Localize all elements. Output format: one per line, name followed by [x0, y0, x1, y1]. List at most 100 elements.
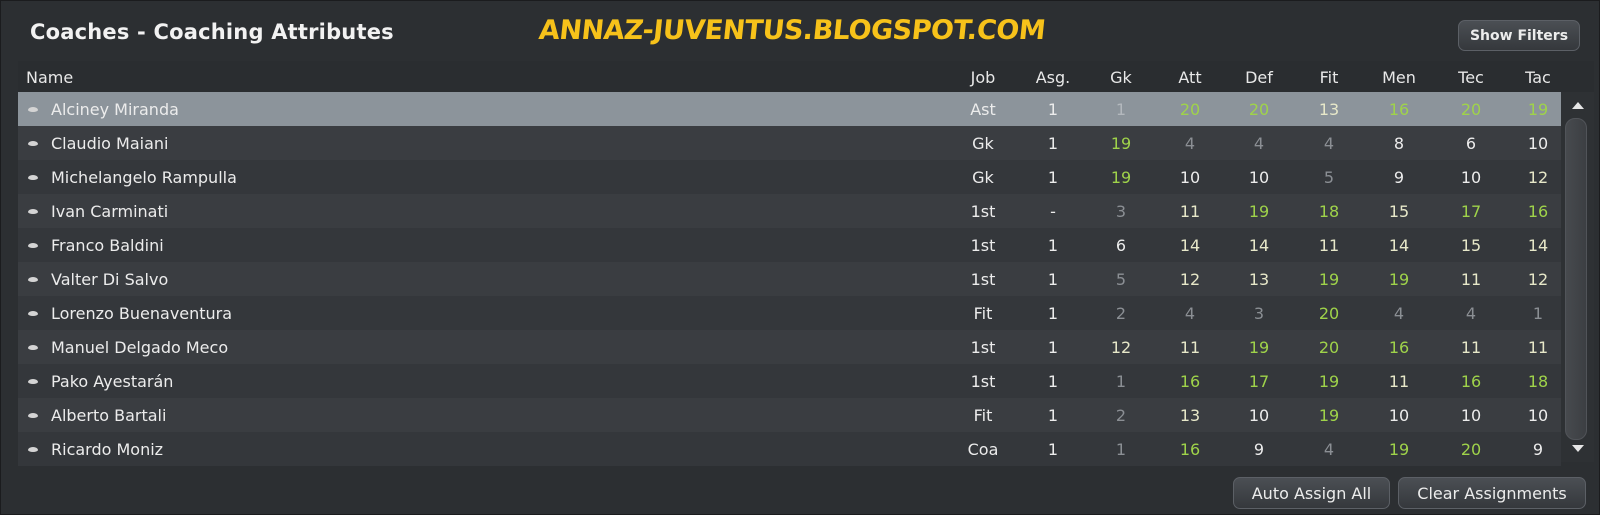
row-bullet-icon	[28, 413, 38, 418]
coach-assignment: 1	[1047, 100, 1059, 119]
table-row[interactable]: Valter Di Salvo 1st 1 5 12 13 19 19 11 12	[18, 262, 1561, 296]
column-header-fit[interactable]: Fit	[1304, 68, 1354, 87]
coach-men-rating: 10	[1388, 406, 1410, 425]
coach-name[interactable]: Ricardo Moniz	[51, 440, 163, 459]
coach-men-rating: 8	[1393, 134, 1405, 153]
coach-job: 1st	[970, 270, 996, 289]
coach-def-rating: 10	[1248, 406, 1270, 425]
show-filters-button[interactable]: Show Filters	[1458, 20, 1580, 51]
coach-gk-rating: 1	[1115, 100, 1127, 119]
coach-att-rating: 12	[1179, 270, 1201, 289]
coach-tec-rating: 6	[1465, 134, 1477, 153]
coach-men-rating: 19	[1388, 270, 1410, 289]
coach-men-rating: 9	[1393, 168, 1405, 187]
coach-name[interactable]: Franco Baldini	[51, 236, 164, 255]
auto-assign-all-button[interactable]: Auto Assign All	[1233, 477, 1390, 509]
column-header-name[interactable]: Name	[26, 68, 73, 87]
coach-tac-rating: 9	[1532, 440, 1544, 459]
coach-gk-rating: 1	[1115, 440, 1127, 459]
column-header-def[interactable]: Def	[1234, 68, 1284, 87]
row-bullet-icon	[28, 379, 38, 384]
coach-att-rating: 16	[1179, 372, 1201, 391]
coach-job: 1st	[970, 372, 996, 391]
coach-att-rating: 4	[1184, 134, 1196, 153]
clear-assignments-button[interactable]: Clear Assignments	[1398, 477, 1586, 509]
coaches-panel: Coaches - Coaching Attributes ANNAZ-JUVE…	[0, 0, 1600, 515]
row-bullet-icon	[28, 311, 38, 316]
column-header-tec[interactable]: Tec	[1446, 68, 1496, 87]
coach-def-rating: 13	[1248, 270, 1270, 289]
row-bullet-icon	[28, 277, 38, 282]
coach-tec-rating: 20	[1460, 440, 1482, 459]
coach-tac-rating: 12	[1527, 270, 1549, 289]
column-header-men[interactable]: Men	[1374, 68, 1424, 87]
row-bullet-icon	[28, 209, 38, 214]
coach-fit-rating: 18	[1318, 202, 1340, 221]
table-row[interactable]: Pako Ayestarán 1st 1 1 16 17 19 11 16 18	[18, 364, 1561, 398]
coach-name[interactable]: Alciney Miranda	[51, 100, 179, 119]
coach-name[interactable]: Ivan Carminati	[51, 202, 168, 221]
coach-fit-rating: 19	[1318, 270, 1340, 289]
coach-name[interactable]: Alberto Bartali	[51, 406, 166, 425]
table-row[interactable]: Alciney Miranda Ast 1 1 20 20 13 16 20 19	[18, 92, 1561, 126]
coach-gk-rating: 2	[1115, 304, 1127, 323]
column-header-gk[interactable]: Gk	[1096, 68, 1146, 87]
table-row[interactable]: Alberto Bartali Fit 1 2 13 10 19 10 10 10	[18, 398, 1561, 432]
table-row[interactable]: Ricardo Moniz Coa 1 1 16 9 4 19 20 9	[18, 432, 1561, 466]
row-bullet-icon	[28, 447, 38, 452]
coach-att-rating: 20	[1179, 100, 1201, 119]
coach-name[interactable]: Pako Ayestarán	[51, 372, 173, 391]
coach-tac-rating: 10	[1527, 134, 1549, 153]
coach-name[interactable]: Valter Di Salvo	[51, 270, 168, 289]
coach-name[interactable]: Claudio Maiani	[51, 134, 168, 153]
coach-job: Fit	[973, 304, 993, 323]
table-row[interactable]: Michelangelo Rampulla Gk 1 19 10 10 5 9 10 12	[18, 160, 1561, 194]
table-header: Name Job Asg. Gk Att Def Fit Men Tec Tac	[18, 61, 1594, 92]
vertical-scrollbar[interactable]	[1561, 92, 1594, 462]
coach-def-rating: 9	[1253, 440, 1265, 459]
column-header-att[interactable]: Att	[1165, 68, 1215, 87]
scroll-up-arrow-icon[interactable]	[1572, 102, 1584, 109]
column-header-job[interactable]: Job	[958, 68, 1008, 87]
coach-assignment: -	[1050, 202, 1056, 221]
coach-fit-rating: 5	[1323, 168, 1335, 187]
coach-assignment: 1	[1047, 406, 1059, 425]
column-header-tac[interactable]: Tac	[1513, 68, 1563, 87]
coach-def-rating: 19	[1248, 202, 1270, 221]
coach-assignment: 1	[1047, 304, 1059, 323]
coach-tec-rating: 16	[1460, 372, 1482, 391]
coach-gk-rating: 3	[1115, 202, 1127, 221]
coach-name[interactable]: Lorenzo Buenaventura	[51, 304, 232, 323]
table-row[interactable]: Franco Baldini 1st 1 6 14 14 11 14 15 14	[18, 228, 1561, 262]
scroll-down-arrow-icon[interactable]	[1572, 445, 1584, 452]
coach-att-rating: 13	[1179, 406, 1201, 425]
coach-name[interactable]: Michelangelo Rampulla	[51, 168, 237, 187]
table-row[interactable]: Manuel Delgado Meco 1st 1 12 11 19 20 16 11 11	[18, 330, 1561, 364]
coach-name[interactable]: Manuel Delgado Meco	[51, 338, 228, 357]
coach-fit-rating: 13	[1318, 100, 1340, 119]
coach-assignment: 1	[1047, 168, 1059, 187]
row-bullet-icon	[28, 243, 38, 248]
coach-gk-rating: 6	[1115, 236, 1127, 255]
coach-assignment: 1	[1047, 372, 1059, 391]
coach-att-rating: 16	[1179, 440, 1201, 459]
coach-fit-rating: 4	[1323, 440, 1335, 459]
coach-job: Coa	[967, 440, 999, 459]
coach-att-rating: 14	[1179, 236, 1201, 255]
table-row[interactable]: Claudio Maiani Gk 1 19 4 4 4 8 6 10	[18, 126, 1561, 160]
table-body: Alciney Miranda Ast 1 1 20 20 13 16 20 19 Claudio …	[18, 92, 1561, 466]
column-header-asg[interactable]: Asg.	[1028, 68, 1078, 87]
coach-gk-rating: 2	[1115, 406, 1127, 425]
table-row[interactable]: Lorenzo Buenaventura Fit 1 2 4 3 20 4 4 1	[18, 296, 1561, 330]
row-bullet-icon	[28, 141, 38, 146]
coach-att-rating: 4	[1184, 304, 1196, 323]
coach-tac-rating: 19	[1527, 100, 1549, 119]
table-row[interactable]: Ivan Carminati 1st - 3 11 19 18 15 17 16	[18, 194, 1561, 228]
row-bullet-icon	[28, 345, 38, 350]
coach-def-rating: 4	[1253, 134, 1265, 153]
coach-men-rating: 16	[1388, 100, 1410, 119]
coach-def-rating: 3	[1253, 304, 1265, 323]
scrollbar-thumb[interactable]	[1565, 118, 1587, 440]
coach-gk-rating: 19	[1110, 168, 1132, 187]
coach-tec-rating: 4	[1465, 304, 1477, 323]
